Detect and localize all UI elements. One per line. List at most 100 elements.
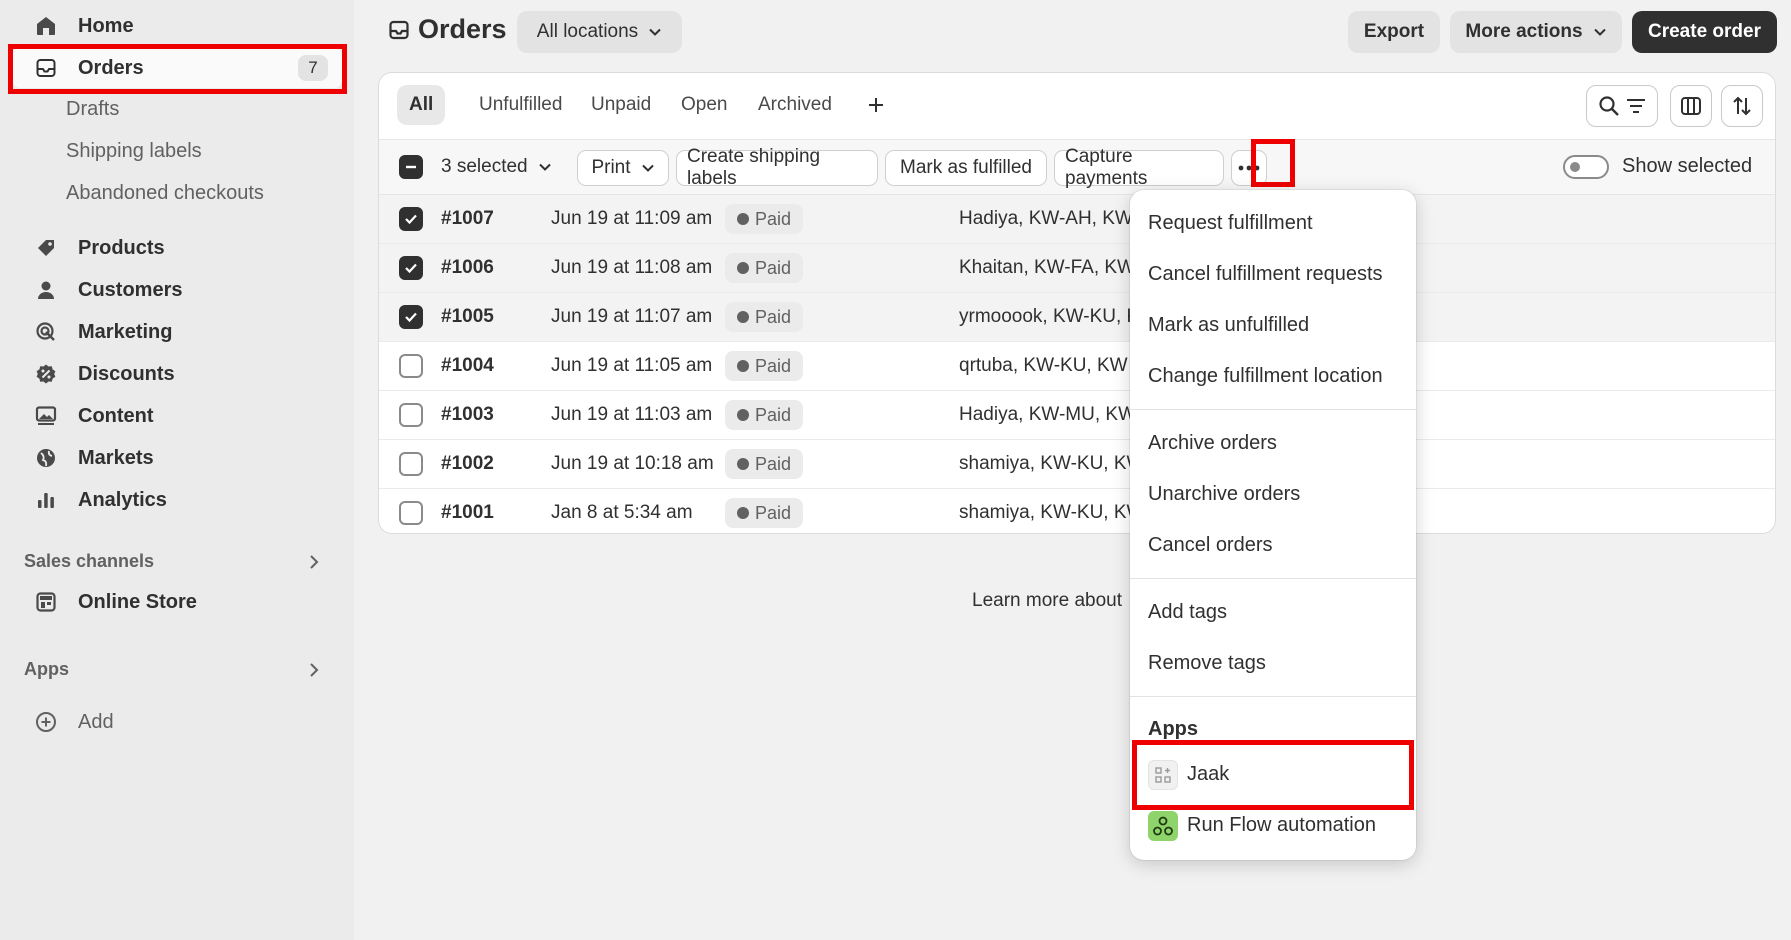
row-checkbox[interactable] bbox=[399, 452, 423, 476]
print-button[interactable]: Print bbox=[577, 150, 669, 186]
bar-chart-icon bbox=[26, 480, 66, 520]
more-horizontal-icon bbox=[1238, 165, 1260, 171]
table-row[interactable]: #1002 Jun 19 at 10:18 am Paid shamiya, K… bbox=[379, 440, 1775, 489]
order-id[interactable]: #1006 bbox=[441, 257, 494, 279]
show-selected-toggle[interactable] bbox=[1563, 155, 1609, 179]
table-row[interactable]: #1007 Jun 19 at 11:09 am Paid Hadiya, KW… bbox=[379, 195, 1775, 244]
bulk-actions-bar: 3 selected Print Create shipping labels … bbox=[379, 139, 1775, 195]
sidebar-item-label: Analytics bbox=[78, 488, 167, 511]
sidebar-item-abandoned-checkouts[interactable]: Abandoned checkouts bbox=[66, 182, 264, 205]
orders-count-badge: 7 bbox=[298, 55, 328, 81]
sidebar-item-analytics[interactable]: Analytics bbox=[12, 480, 342, 520]
more-bulk-actions-button[interactable] bbox=[1231, 150, 1267, 186]
add-view-button[interactable] bbox=[857, 85, 895, 125]
sales-channels-heading[interactable]: Sales channels bbox=[24, 551, 154, 572]
export-button[interactable]: Export bbox=[1348, 11, 1440, 53]
menu-item-remove-tags[interactable]: Remove tags bbox=[1148, 652, 1266, 675]
apps-heading[interactable]: Apps bbox=[24, 659, 69, 680]
bulk-actions-menu: Request fulfillment Cancel fulfillment r… bbox=[1130, 190, 1416, 860]
learn-more-text[interactable]: Learn more about bbox=[972, 590, 1122, 612]
menu-divider bbox=[1130, 578, 1416, 579]
sidebar-item-label: Products bbox=[78, 236, 165, 259]
sidebar-item-home[interactable]: Home bbox=[12, 6, 342, 46]
row-checkbox[interactable] bbox=[399, 403, 423, 427]
globe-icon bbox=[26, 438, 66, 478]
capture-payments-button[interactable]: Capture payments bbox=[1054, 146, 1224, 189]
chevron-right-icon[interactable] bbox=[306, 554, 322, 570]
tab-unfulfilled[interactable]: Unfulfilled bbox=[467, 85, 574, 125]
order-id[interactable]: #1005 bbox=[441, 306, 494, 328]
inbox-icon bbox=[26, 48, 66, 88]
order-id[interactable]: #1003 bbox=[441, 404, 494, 426]
sidebar-item-drafts[interactable]: Drafts bbox=[66, 98, 119, 121]
mark-as-fulfilled-button[interactable]: Mark as fulfilled bbox=[885, 150, 1047, 186]
table-row[interactable]: #1006 Jun 19 at 11:08 am Paid Khaitan, K… bbox=[379, 244, 1775, 293]
select-all-checkbox[interactable] bbox=[399, 155, 423, 179]
payment-status-badge: Paid bbox=[725, 204, 804, 234]
order-id[interactable]: #1007 bbox=[441, 208, 494, 230]
order-date: Jun 19 at 11:07 am bbox=[551, 306, 713, 327]
order-destination: Hadiya, KW-AH, KW bbox=[959, 208, 1133, 229]
columns-button[interactable] bbox=[1670, 85, 1712, 127]
row-checkbox[interactable] bbox=[399, 501, 423, 525]
sidebar: Home Orders 7 Drafts Shipping labels Aba… bbox=[0, 0, 354, 940]
row-checkbox[interactable] bbox=[399, 207, 423, 231]
order-destination: Khaitan, KW-FA, KW bbox=[959, 257, 1135, 278]
plus-circle-icon bbox=[26, 702, 66, 742]
order-id[interactable]: #1002 bbox=[441, 453, 494, 475]
sidebar-item-orders[interactable]: Orders 7 bbox=[12, 48, 342, 88]
page-title-text: Orders bbox=[418, 14, 507, 44]
sidebar-item-content[interactable]: Content bbox=[12, 396, 342, 436]
menu-item-request-fulfillment[interactable]: Request fulfillment bbox=[1148, 212, 1313, 235]
order-date: Jun 19 at 11:03 am bbox=[551, 404, 713, 425]
sidebar-item-label: Online Store bbox=[78, 590, 197, 613]
table-row[interactable]: #1001 Jan 8 at 5:34 am Paid shamiya, KW-… bbox=[379, 489, 1775, 533]
selected-count-dropdown[interactable]: 3 selected bbox=[441, 156, 552, 178]
menu-item-change-fulfillment-location[interactable]: Change fulfillment location bbox=[1148, 365, 1383, 388]
tab-all[interactable]: All bbox=[397, 85, 446, 125]
sidebar-item-shipping-labels[interactable]: Shipping labels bbox=[66, 140, 202, 163]
sidebar-item-discounts[interactable]: Discounts bbox=[12, 354, 342, 394]
menu-item-unarchive-orders[interactable]: Unarchive orders bbox=[1148, 483, 1300, 506]
sidebar-item-online-store[interactable]: Online Store bbox=[12, 582, 342, 622]
locations-dropdown[interactable]: All locations bbox=[517, 11, 682, 53]
create-order-button[interactable]: Create order bbox=[1632, 11, 1777, 53]
more-actions-button[interactable]: More actions bbox=[1450, 11, 1622, 53]
chevron-down-icon bbox=[641, 161, 655, 175]
menu-item-cancel-fulfillment-requests[interactable]: Cancel fulfillment requests bbox=[1148, 263, 1383, 286]
search-filter-button[interactable] bbox=[1586, 85, 1658, 127]
tab-unpaid[interactable]: Unpaid bbox=[579, 85, 663, 125]
sidebar-item-products[interactable]: Products bbox=[12, 228, 342, 268]
menu-item-jaak[interactable]: Jaak bbox=[1187, 763, 1229, 786]
tabs-row: All Unfulfilled Unpaid Open Archived bbox=[379, 73, 1775, 139]
table-row[interactable]: #1003 Jun 19 at 11:03 am Paid Hadiya, KW… bbox=[379, 391, 1775, 440]
sort-button[interactable] bbox=[1721, 85, 1763, 127]
order-destination: Hadiya, KW-MU, KW bbox=[959, 404, 1137, 425]
table-row[interactable]: #1004 Jun 19 at 11:05 am Paid qrtuba, KW… bbox=[379, 342, 1775, 391]
inbox-icon bbox=[388, 19, 410, 41]
order-id[interactable]: #1001 bbox=[441, 502, 494, 524]
sidebar-item-customers[interactable]: Customers bbox=[12, 270, 342, 310]
menu-item-run-flow-automation[interactable]: Run Flow automation bbox=[1187, 814, 1376, 837]
sidebar-item-label: Content bbox=[78, 404, 154, 427]
table-row[interactable]: #1005 Jun 19 at 11:07 am Paid yrmooook, … bbox=[379, 293, 1775, 342]
menu-item-cancel-orders[interactable]: Cancel orders bbox=[1148, 534, 1273, 557]
row-checkbox[interactable] bbox=[399, 305, 423, 329]
toggle-knob bbox=[1570, 162, 1580, 172]
sidebar-item-add-app[interactable]: Add bbox=[12, 702, 342, 742]
tab-archived[interactable]: Archived bbox=[746, 85, 844, 125]
tab-open[interactable]: Open bbox=[669, 85, 739, 125]
menu-item-add-tags[interactable]: Add tags bbox=[1148, 601, 1227, 624]
chevron-right-icon[interactable] bbox=[306, 662, 322, 678]
sidebar-item-marketing[interactable]: Marketing bbox=[12, 312, 342, 352]
row-checkbox[interactable] bbox=[399, 256, 423, 280]
menu-item-archive-orders[interactable]: Archive orders bbox=[1148, 432, 1277, 455]
chevron-down-icon bbox=[538, 160, 552, 174]
row-checkbox[interactable] bbox=[399, 354, 423, 378]
menu-item-mark-as-unfulfilled[interactable]: Mark as unfulfilled bbox=[1148, 314, 1309, 337]
chevron-down-icon bbox=[1593, 25, 1607, 39]
sidebar-item-markets[interactable]: Markets bbox=[12, 438, 342, 478]
create-shipping-labels-button[interactable]: Create shipping labels bbox=[676, 146, 878, 189]
plus-icon bbox=[867, 85, 885, 125]
order-id[interactable]: #1004 bbox=[441, 355, 494, 377]
